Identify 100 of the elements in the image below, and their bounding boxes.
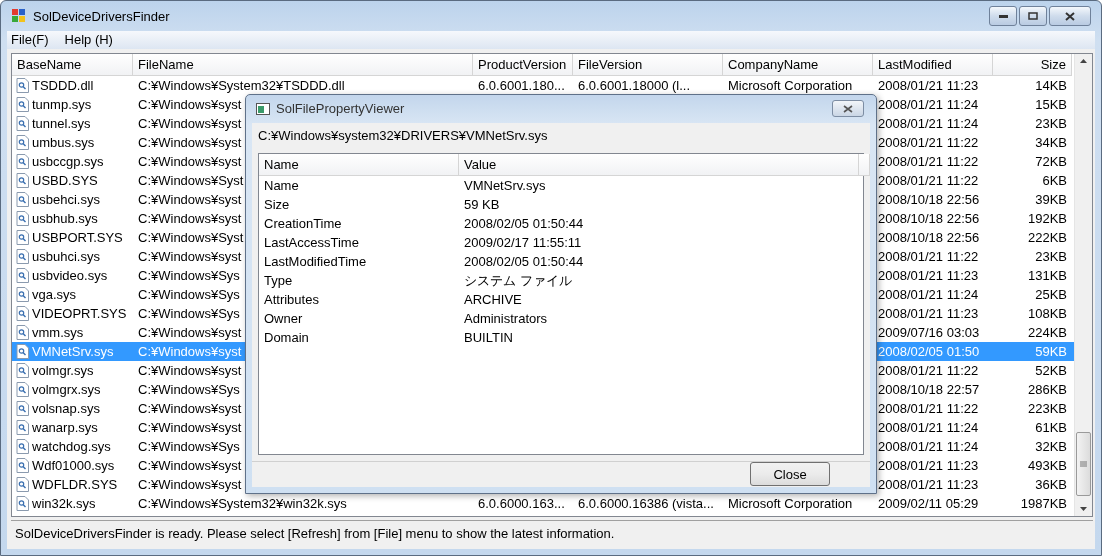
table-cell-text: 6.0.6000.16386 (vista... <box>577 494 715 513</box>
table-cell-text: LastModifiedTime <box>263 252 368 271</box>
table-cell-text: 224KB <box>1026 323 1068 342</box>
table-cell-text: 222KB <box>1026 228 1068 247</box>
table-cell-text: VMNetSrv.sys <box>32 342 114 361</box>
table-cell-text: Name <box>263 176 300 195</box>
table-cell-text: 2009/02/11 05:29 <box>877 494 980 513</box>
table-cell-text: CreationTime <box>263 214 343 233</box>
table-cell-text: C:¥Windows¥syst <box>137 209 243 228</box>
table-cell-text: 59KB <box>1034 342 1068 361</box>
table-cell-text: volmgr.sys <box>32 361 94 380</box>
table-cell-text: 25KB <box>1034 285 1068 304</box>
table-cell-text: 15KB <box>1034 95 1068 114</box>
table-cell-text: 2008/01/21 11:24 <box>877 114 980 133</box>
table-cell-text: 2008/01/21 11:22 <box>877 247 980 266</box>
table-cell-text: 2008/10/18 22:56 <box>877 209 981 228</box>
table-cell-text: 2008/02/05 01:50:44 <box>463 252 585 271</box>
table-cell-text: volmgrx.sys <box>32 380 101 399</box>
table-cell-text: 6.0.6001.180... <box>477 76 566 95</box>
table-cell-text: watchdog.sys <box>32 437 111 456</box>
table-cell-text: 2008/01/21 11:22 <box>877 361 980 380</box>
table-cell-text: C:¥Windows¥syst <box>137 418 243 437</box>
table-cell-text: 61KB <box>1034 418 1068 437</box>
table-cell-text: 223KB <box>1026 399 1068 418</box>
table-cell-text: C:¥Windows¥Syst <box>137 171 245 190</box>
table-cell-text: 493KB <box>1026 456 1068 475</box>
table-cell-text: Attributes <box>263 290 320 309</box>
table-cell-text: USBPORT.SYS <box>32 228 123 247</box>
table-cell-text: 286KB <box>1026 380 1068 399</box>
table-cell-text: 2008/01/21 11:24 <box>877 418 980 437</box>
table-cell-text: 2008/01/21 11:22 <box>877 399 980 418</box>
table-cell-text: C:¥Windows¥syst <box>137 323 243 342</box>
table-cell-text: 2008/01/21 11:22 <box>877 133 980 152</box>
table-cell-text: 2008/02/05 01:50 <box>877 342 981 361</box>
table-cell-text: 2008/01/21 11:23 <box>877 76 980 95</box>
table-cell-text: Size <box>263 195 291 214</box>
table-cell-text: 2008/10/18 22:56 <box>877 228 981 247</box>
table-cell-text: 34KB <box>1034 133 1068 152</box>
table-cell-text: 2008/10/18 22:56 <box>877 190 981 209</box>
table-cell-text: volsnap.sys <box>32 399 100 418</box>
table-cell-text: 2008/01/21 11:22 <box>877 171 980 190</box>
table-cell-text: 2008/01/21 11:22 <box>877 152 980 171</box>
table-cell-text: tunmp.sys <box>32 95 92 114</box>
table-cell-text: umbus.sys <box>32 133 95 152</box>
table-cell-text: 32KB <box>1034 437 1068 456</box>
table-cell-text: C:¥Windows¥syst <box>137 361 243 380</box>
table-cell-text: wanarp.sys <box>32 418 98 437</box>
table-cell-text: C:¥Windows¥Sys <box>137 266 241 285</box>
table-cell-text: win32k.sys <box>32 494 96 513</box>
table-cell-text: 59 KB <box>463 195 501 214</box>
table-cell-text: VMNetSrv.sys <box>463 176 547 195</box>
table-cell-text: Domain <box>263 328 310 347</box>
table-cell-text: 6KB <box>1041 171 1068 190</box>
table-cell-text: 2009/02/17 11:55:11 <box>463 233 583 252</box>
table-cell-text: WDFLDR.SYS <box>32 475 118 494</box>
table-cell-text: tunnel.sys <box>32 114 91 133</box>
dialog-title: SolFilePropertyViewer <box>276 101 406 117</box>
table-cell-text: vmm.sys <box>32 323 84 342</box>
table-cell-text: 23KB <box>1034 114 1068 133</box>
table-cell-text: ARCHIVE <box>463 290 523 309</box>
table-cell-text: Wdf01000.sys <box>32 456 115 475</box>
table-cell-text: C:¥Windows¥Sys <box>137 437 241 456</box>
table-cell-text: 2008/01/21 11:23 <box>877 266 980 285</box>
table-cell-text: 6.0.6000.163... <box>477 494 566 513</box>
table-cell-text: usbehci.sys <box>32 190 100 209</box>
table-cell-text: C:¥Windows¥System32¥TSDDD.dll <box>137 76 346 95</box>
table-cell-text: C:¥Windows¥System32¥win32k.sys <box>137 494 348 513</box>
table-cell-text: 2008/10/18 22:57 <box>877 380 981 399</box>
table-cell-text: 2008/02/05 01:50:44 <box>463 214 585 233</box>
table-cell-text: LastAccessTime <box>263 233 360 252</box>
table-cell-text: Administrators <box>463 309 549 328</box>
table-cell-text: vga.sys <box>32 285 77 304</box>
table-cell-text: C:¥Windows¥syst <box>137 133 243 152</box>
table-cell-text: 2008/01/21 11:23 <box>877 456 980 475</box>
table-cell-text: TSDDD.dll <box>32 76 94 95</box>
table-cell-text: C:¥Windows¥Sys <box>137 380 241 399</box>
window-title: SolDeviceDriversFinder <box>33 8 171 24</box>
table-cell-text: Microsoft Corporation <box>727 76 854 95</box>
table-cell-text: C:¥Windows¥syst <box>137 247 243 266</box>
table-cell-text: 2008/01/21 11:23 <box>877 475 980 494</box>
table-cell-text: 39KB <box>1034 190 1068 209</box>
table-cell-text: 131KB <box>1026 266 1068 285</box>
table-cell-text: 14KB <box>1034 76 1068 95</box>
table-cell-text: BUILTIN <box>463 328 514 347</box>
table-cell-text: C:¥Windows¥syst <box>137 399 243 418</box>
status-bar: SolDeviceDriversFinder is ready. Please select [Refresh] from [File] menu to show the latest information. <box>11 520 1093 547</box>
table-cell-text: C:¥Windows¥Sys <box>137 285 241 304</box>
table-cell-text: usbuhci.sys <box>32 247 100 266</box>
table-cell-text: Microsoft Corporation <box>727 494 854 513</box>
table-cell-text: 2008/01/21 11:24 <box>877 95 980 114</box>
table-cell-text: usbvideo.sys <box>32 266 108 285</box>
table-cell-text: システム ファイル <box>463 271 573 290</box>
table-cell-text: USBD.SYS <box>32 171 98 190</box>
table-cell-text: 52KB <box>1034 361 1068 380</box>
table-cell-text: C:¥Windows¥syst <box>137 95 243 114</box>
table-cell-text: 2008/01/21 11:24 <box>877 437 980 456</box>
table-cell-text: usbhub.sys <box>32 209 98 228</box>
table-cell-text: 72KB <box>1034 152 1068 171</box>
table-cell-text: C:¥Windows¥Sys <box>137 304 241 323</box>
table-cell-text: C:¥Windows¥syst <box>137 114 243 133</box>
